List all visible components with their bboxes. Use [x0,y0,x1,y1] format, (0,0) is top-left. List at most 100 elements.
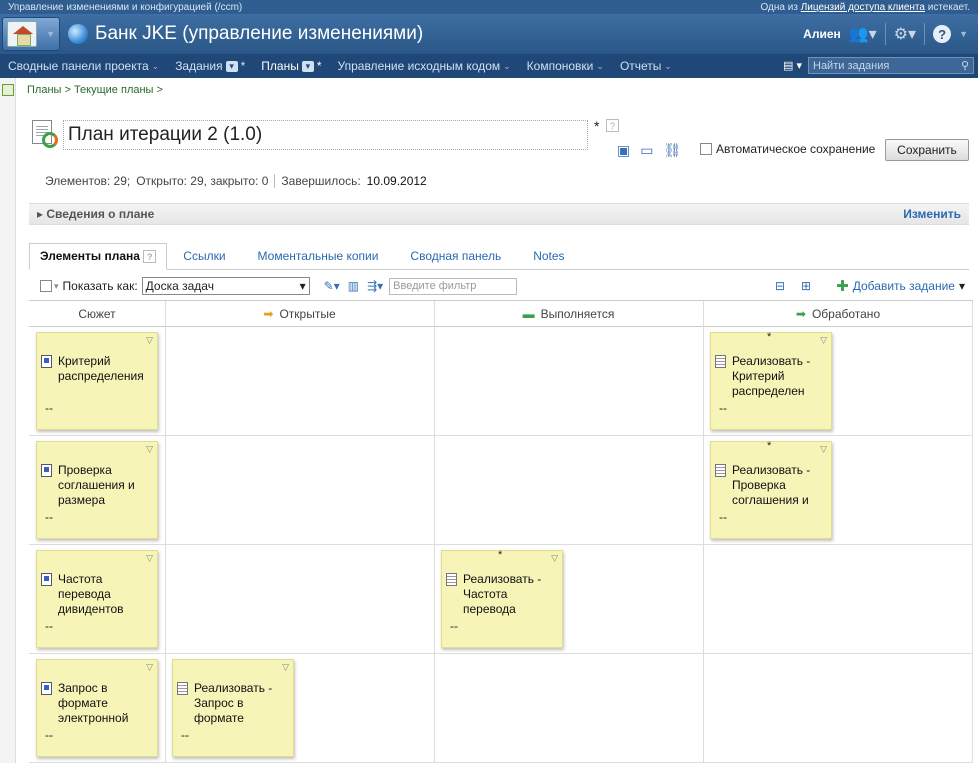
collapse-all-icon[interactable]: ⊟ [775,279,785,293]
help-icon[interactable]: ? [933,25,952,43]
story-icon [41,573,52,586]
card-summary[interactable]: Частота перевода дивидентов [58,572,154,617]
story-icon [41,464,52,477]
edit-details-link[interactable]: Изменить [903,207,961,221]
select-all-checkbox[interactable] [40,280,52,292]
home-menu-button[interactable]: ▼ [2,17,60,51]
iteration-plan-icon [32,120,58,150]
tab-plan-items[interactable]: Элементы плана ? [29,243,168,270]
nav-source-control[interactable]: Управление исходным кодом ⌄ [338,59,511,73]
card-menu-icon[interactable]: ▽ [551,553,558,564]
story-card[interactable]: ▽ Критерий распределения -- [36,332,158,430]
card-menu-icon[interactable]: ▽ [282,662,289,673]
autosave-toggle[interactable]: Автоматическое сохранение [700,142,875,156]
search-icon[interactable]: ⚲ [961,59,969,72]
divider [924,23,926,45]
card-summary[interactable]: Запрос в формате электронной [58,681,154,726]
search-input[interactable]: Найти задания ⚲ [808,57,974,74]
card-summary[interactable]: Проверка соглашения и размера [58,463,154,508]
card-summary[interactable]: Реализовать - Частота перевода [463,572,559,617]
plan-title-field[interactable]: План итерации 2 (1.0) [63,120,588,150]
card-menu-icon[interactable]: ▽ [146,444,153,455]
arrow-right-icon: ➡ [795,306,806,321]
card-owner: -- [719,401,727,415]
nav-work-items[interactable]: Задания ▾ * [175,59,245,73]
autosave-checkbox[interactable] [700,143,712,155]
task-board: Сюжет ➡ Открытые ▬ Выполняется ➡ Обработ… [29,300,973,763]
story-card[interactable]: ▽ Запрос в формате электронной -- [36,659,158,757]
nav-plans[interactable]: Планы ▾ * [261,59,321,73]
filter-options-icon[interactable]: ⇶▾ [367,279,383,293]
task-card[interactable]: ▽ Реализовать - Запрос в формате -- [172,659,294,757]
expand-arrow-icon[interactable]: ▸ [37,207,43,221]
globe-icon [68,24,88,44]
add-task-button[interactable]: ✚ Добавить задание ▾ [836,277,965,295]
tab-notes[interactable]: Notes [517,243,580,269]
tab-dashboard[interactable]: Сводная панель [394,243,517,269]
card-owner: -- [45,401,53,415]
link-icon[interactable]: ⛓ [663,142,681,159]
nav-builds[interactable]: Компоновки ⌄ [527,59,604,73]
view-select[interactable]: Доска задач ▾ [141,277,310,295]
user-area: Алиен 👥▾ ⚙▾ ? ▼ [803,14,968,54]
breadcrumb[interactable]: Планы > Текущие планы > [27,84,163,96]
save-button[interactable]: Сохранить [885,139,969,161]
card-summary[interactable]: Реализовать - Запрос в формате [194,681,290,726]
chevron-down-icon[interactable]: ▼ [959,29,968,39]
edit-view-icon[interactable]: ✎▾ [324,279,340,293]
columns-icon[interactable]: ▥ [348,279,359,293]
chevron-down-icon[interactable]: ▾ [54,281,59,292]
task-icon [715,355,726,368]
dropdown-box-icon[interactable]: ▾ [301,60,314,72]
unsaved-marker: * [594,118,600,134]
task-card[interactable]: * ▽ Реализовать - Проверка соглашения и … [710,440,832,539]
card-menu-icon[interactable]: ▽ [146,553,153,564]
plan-tabs: Элементы плана ? Ссылки Моментальные коп… [29,242,969,270]
end-date: 10.09.2012 [366,174,427,188]
expand-all-icon[interactable]: ⊞ [801,279,811,293]
card-menu-icon[interactable]: ▽ [146,335,153,346]
chevron-down-icon: ⌄ [503,60,511,71]
filter-input[interactable]: Введите фильтр [389,277,518,295]
story-card[interactable]: ▽ Проверка соглашения и размера -- [36,441,158,539]
snapshot-icon[interactable]: ▣ [617,142,630,159]
card-menu-icon[interactable]: ▽ [820,335,827,346]
nav-reports[interactable]: Отчеты ⌄ [620,59,672,73]
gear-icon[interactable]: ⚙▾ [894,24,916,44]
card-summary[interactable]: Реализовать - Критерий распределен [732,354,828,399]
card-summary[interactable]: Критерий распределения [58,354,154,384]
chevron-down-icon: ⌄ [151,60,160,71]
help-icon[interactable]: ? [606,119,619,132]
dropdown-box-icon[interactable]: ▾ [225,60,238,72]
work-item-type-icon[interactable]: ▤ ▾ [783,59,802,72]
users-icon[interactable]: 👥▾ [849,24,877,44]
help-icon[interactable]: ? [143,250,157,263]
task-card[interactable]: * ▽ Реализовать - Критерий распределен -… [710,331,832,430]
card-summary[interactable]: Реализовать - Проверка соглашения и [732,463,828,508]
chevron-down-icon: ⌄ [664,60,672,71]
card-owner: -- [45,510,53,524]
widget-icon[interactable] [2,84,14,96]
card-menu-icon[interactable]: ▽ [146,662,153,673]
card-owner: -- [45,619,53,633]
home-icon [7,21,37,47]
modified-marker: * [767,440,772,452]
card-owner: -- [719,510,727,524]
plan-stats: Элементов: 29; Открыто: 29, закрыто: 0 З… [45,174,427,188]
plan-details-section[interactable]: ▸ Сведения о плане Изменить [29,203,969,225]
nav-project-dashboards[interactable]: Сводные панели проекта ⌄ [8,59,159,73]
card-menu-icon[interactable]: ▽ [820,444,827,455]
story-card[interactable]: ▽ Частота перевода дивидентов -- [36,550,158,648]
modified-marker: * [767,331,772,343]
license-link[interactable]: Лицензий доступа клиента [801,2,925,13]
user-name[interactable]: Алиен [803,27,841,41]
task-card[interactable]: * ▽ Реализовать - Частота перевода -- [441,549,563,648]
tab-snapshots[interactable]: Моментальные копии [242,243,395,269]
column-header-story: Сюжет [29,301,165,327]
folder-icon[interactable]: ▭ [640,142,653,159]
tab-links[interactable]: Ссылки [167,243,241,269]
divider [884,23,886,45]
product-context: Управление изменениями и конфигурацией (… [8,1,243,13]
modified-marker: * [498,549,503,561]
column-header-resolved: ➡ Обработано [703,301,973,327]
